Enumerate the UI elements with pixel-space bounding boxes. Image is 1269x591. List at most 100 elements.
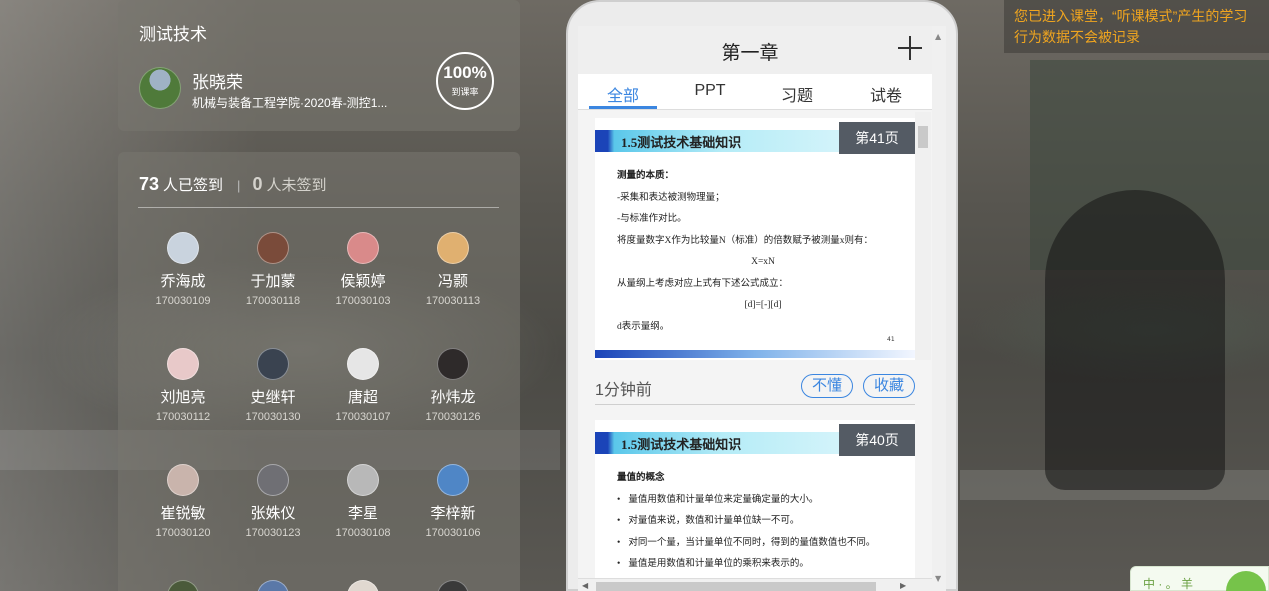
slide-line: -与标准作对比。	[617, 214, 687, 224]
student-card[interactable]: 李星 170030108	[318, 464, 408, 539]
student-avatar	[257, 580, 289, 591]
slide-line: 从量纲上考虑对应上式有下述公式成立：	[617, 278, 789, 289]
attendance-rate-label: 到课率	[451, 87, 479, 97]
corner-widget-text: 中 · 。 羊	[1143, 577, 1193, 591]
student-id: 170030108	[335, 527, 391, 539]
slide-line: d表示量纲。	[617, 321, 670, 332]
student-id: 170030106	[425, 527, 481, 539]
slide-bullet: 对量值来说，数值和计量单位缺一不可。	[617, 511, 909, 533]
student-card[interactable]	[138, 580, 228, 591]
slide-title: 1.5测试技术基础知识	[621, 437, 742, 452]
scroll-left-icon[interactable]: ◀	[582, 581, 588, 590]
student-card[interactable]: 侯颖婷 170030103	[318, 232, 408, 307]
slide-scrollbar-thumb[interactable]	[918, 126, 928, 148]
slide-meta-row: 1分钟前 不懂 收藏	[578, 366, 932, 406]
student-avatar	[437, 464, 469, 496]
page-badge: 第41页	[839, 122, 915, 154]
student-name: 孙炜龙	[430, 389, 476, 406]
student-avatar	[257, 464, 289, 496]
slide-line: 将度量数字X作为比较量N（标准）的倍数赋予被测量x则有：	[617, 235, 873, 246]
horizontal-scrollbar-thumb[interactable]	[596, 582, 876, 591]
student-card[interactable]: 冯颢 170030113	[408, 232, 498, 307]
student-avatar	[437, 232, 469, 264]
slide-card[interactable]: 1.5测试技术基础知识 第40页 量值的概念 量值用数值和计量单位来定量确定量的…	[595, 420, 915, 578]
active-tab-indicator	[589, 106, 657, 109]
divider	[595, 404, 915, 405]
student-id: 170030109	[155, 295, 211, 307]
leaf-icon	[1226, 571, 1266, 591]
student-avatar	[167, 232, 199, 264]
student-name: 刘旭亮	[160, 389, 206, 406]
tab-ppt[interactable]: PPT	[675, 82, 745, 100]
favorite-button[interactable]: 收藏	[863, 374, 915, 398]
tab-all[interactable]: 全部	[588, 82, 658, 106]
tab-exams[interactable]: 试卷	[851, 82, 921, 106]
scroll-down-icon[interactable]: ▼	[935, 574, 941, 583]
teacher-avatar	[139, 67, 181, 109]
student-card[interactable]	[408, 580, 498, 591]
plus-icon[interactable]	[896, 34, 924, 62]
student-card[interactable]	[228, 580, 318, 591]
slide-line: [d]=[-][d]	[744, 300, 782, 310]
student-card[interactable]	[318, 580, 408, 591]
student-card[interactable]: 唐超 170030107	[318, 348, 408, 423]
unsigned-count: 0	[252, 174, 263, 194]
student-name: 李梓新	[430, 505, 476, 522]
student-avatar	[167, 464, 199, 496]
student-avatar	[257, 348, 289, 380]
student-card[interactable]: 于加蒙 170030118	[228, 232, 318, 307]
corner-widget[interactable]: 中 · 。 羊	[1130, 566, 1269, 591]
background-student	[1045, 190, 1225, 490]
student-id: 170030112	[155, 411, 211, 423]
attendance-rate-value: 100%	[443, 63, 487, 82]
slide-scrollbar[interactable]	[915, 112, 931, 360]
slide-card[interactable]: 1.5测试技术基础知识 第41页 测量的本质： -采集和表达被测物理量； -与标…	[595, 118, 915, 360]
slide-heading: 量值的概念	[617, 473, 665, 483]
scroll-right-icon[interactable]: ▶	[900, 581, 906, 590]
student-avatar	[347, 348, 379, 380]
slide-body: 测量的本质： -采集和表达被测物理量； -与标准作对比。 将度量数字X作为比较量…	[617, 166, 909, 338]
student-avatar	[437, 580, 469, 591]
student-id: 170030107	[335, 411, 391, 423]
student-card[interactable]: 孙炜龙 170030126	[408, 348, 498, 423]
slide-bullet: 量值是用数值和计量单位的乘积来表示的。	[617, 554, 909, 576]
dont-understand-button[interactable]: 不懂	[801, 374, 853, 398]
student-avatar	[257, 232, 289, 264]
student-card[interactable]: 李梓新 170030106	[408, 464, 498, 539]
slide-footer-band	[595, 350, 915, 358]
student-name: 侯颖婷	[340, 273, 386, 290]
divider	[138, 207, 499, 208]
vertical-scrollbar[interactable]: ▲ ▼	[932, 26, 946, 591]
tab-exercises[interactable]: 习题	[762, 82, 832, 106]
signed-count: 73	[139, 174, 160, 194]
scroll-up-icon[interactable]: ▲	[935, 32, 941, 41]
unsigned-label: 人未签到	[266, 177, 327, 194]
student-card[interactable]: 刘旭亮 170030112	[138, 348, 228, 423]
slide-line: 测量的本质：	[617, 171, 675, 181]
student-avatar	[437, 348, 469, 380]
student-id: 170030113	[425, 295, 481, 307]
student-name: 冯颢	[437, 273, 468, 290]
student-card[interactable]: 崔锐敏 170030120	[138, 464, 228, 539]
slide-line: X=xN	[751, 257, 775, 267]
student-name: 李星	[347, 505, 378, 522]
student-name: 乔海成	[160, 273, 206, 290]
phone-screen: 第一章 全部 PPT 习题 试卷 1.5测试技术基础知识 第41页 测量的本质：…	[578, 26, 946, 591]
chapter-title: 第一章	[721, 43, 779, 64]
student-card[interactable]: 张姝仪 170030123	[228, 464, 318, 539]
attendance-rate-circle: 100% 到课率	[436, 52, 494, 110]
student-name: 于加蒙	[250, 273, 296, 290]
student-card[interactable]: 史继轩 170030130	[228, 348, 318, 423]
student-id: 170030130	[245, 411, 301, 423]
signed-label: 人已签到	[163, 177, 224, 194]
student-card[interactable]: 乔海成 170030109	[138, 232, 228, 307]
slide-title: 1.5测试技术基础知识	[621, 135, 742, 150]
course-title: 测试技术	[139, 25, 207, 44]
summary-separator: |	[237, 178, 241, 193]
attendance-summary: 73 人已签到 | 0 人未签到	[139, 174, 326, 195]
class-info: 机械与装备工程学院·2020春-测控1...	[192, 96, 388, 110]
horizontal-scrollbar[interactable]: ◀ ▶	[578, 578, 932, 591]
student-avatar	[167, 580, 199, 591]
student-id: 170030103	[335, 295, 391, 307]
content-feed[interactable]: 1.5测试技术基础知识 第41页 测量的本质： -采集和表达被测物理量； -与标…	[578, 112, 932, 578]
